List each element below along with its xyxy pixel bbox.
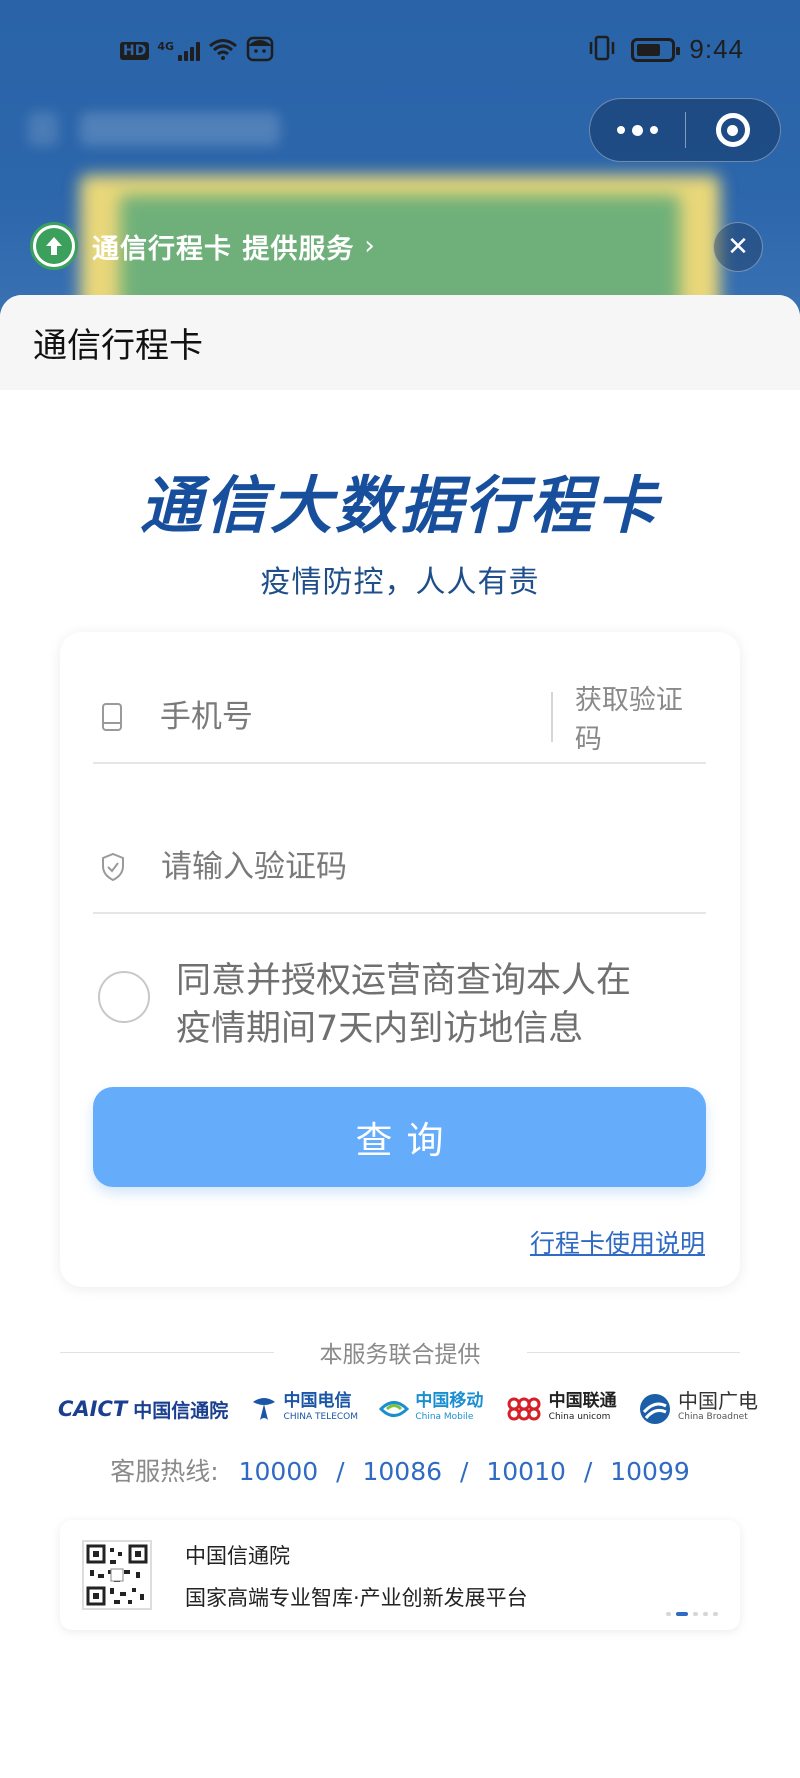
more-dots-icon[interactable] — [590, 98, 685, 162]
get-code-button[interactable]: 获取验证码 — [550, 685, 706, 755]
qr-code-icon — [82, 1540, 152, 1610]
travel-card-sheet: 通信行程卡 通信大数据行程卡 疫情防控，人人有责 获取验证码 同意并授权运营商查… — [0, 295, 800, 1778]
china-unicom-en: China unicom — [548, 1412, 611, 1422]
china-mobile-icon — [379, 1401, 410, 1417]
battery-level — [637, 43, 661, 56]
hotline-number[interactable]: 10010 — [486, 1457, 566, 1486]
promo-subtitle: 国家高端专业智库·产业创新发展平台 — [185, 1586, 528, 1610]
consent-text-line: 同意并授权运营商查询本人在 — [176, 961, 632, 1001]
china-telecom-cn: 中国电信 — [283, 1391, 352, 1411]
china-telecom-icon — [252, 1398, 275, 1420]
china-broadnet-cn: 中国广电 — [677, 1389, 758, 1413]
carousel-dot — [666, 1612, 671, 1616]
service-banner-text: 通信行程卡 提供服务 — [92, 233, 355, 265]
close-icon[interactable]: ✕ — [713, 222, 763, 272]
promo-banner[interactable]: 中国信通院 国家高端专业智库·产业创新发展平台 — [60, 1520, 740, 1630]
query-form-card: 获取验证码 同意并授权运营商查询本人在 疫情期间7天内到访地信息 查询 行程卡使… — [60, 632, 740, 1287]
caict-logo-en: CAICT — [58, 1397, 128, 1421]
china-unicom-icon — [507, 1397, 541, 1421]
service-provider-banner[interactable]: 通信行程卡 提供服务 › — [30, 222, 375, 270]
hero-subtitle: 疫情防控，人人有责 — [260, 565, 540, 600]
target-circle-icon[interactable] — [686, 98, 781, 162]
hotline-separator: / — [459, 1457, 469, 1486]
china-mobile-cn: 中国移动 — [415, 1391, 484, 1411]
status-bar: HD 4G 9:44 — [0, 0, 800, 100]
travel-card-logo-icon — [30, 222, 78, 270]
code-row — [93, 822, 706, 914]
china-unicom-logo: 中国联通 China unicom — [505, 1393, 617, 1425]
hotline-label: 客服热线: — [110, 1457, 219, 1486]
china-telecom-en: CHINA TELECOM — [283, 1412, 359, 1422]
carousel-indicator — [666, 1612, 718, 1616]
phone-row: 获取验证码 — [93, 672, 706, 764]
carousel-dot — [703, 1612, 708, 1616]
hotline-number[interactable]: 10086 — [362, 1457, 442, 1486]
hotline-number[interactable]: 10000 — [239, 1457, 319, 1486]
caict-logo-cn: 中国信通院 — [133, 1399, 229, 1422]
sheet-header: 通信行程卡 — [0, 295, 800, 390]
china-telecom-logo: 中国电信 CHINA TELECOM — [250, 1393, 358, 1425]
status-bar-left: HD 4G — [120, 36, 274, 66]
china-broadnet-icon — [639, 1394, 670, 1424]
china-broadnet-en: China Broadnet — [677, 1412, 748, 1422]
divider-line — [526, 1351, 740, 1353]
hotline-number[interactable]: 10099 — [610, 1457, 690, 1486]
carousel-dot — [713, 1612, 718, 1616]
phone-input[interactable] — [159, 699, 551, 735]
signal-icon — [178, 41, 201, 61]
china-unicom-cn: 中国联通 — [548, 1391, 617, 1411]
query-button[interactable]: 查询 — [93, 1087, 706, 1187]
hd-badge: HD — [120, 42, 150, 60]
wifi-icon — [208, 38, 238, 64]
status-bar-right: 9:44 — [587, 34, 744, 65]
customer-hotline: 客服热线: 10000 / 10086 / 10010 / 10099 — [0, 1452, 800, 1488]
hero-title: 通信大数据行程卡 — [139, 469, 660, 542]
consent-text: 同意并授权运营商查询本人在 疫情期间7天内到访地信息 — [176, 957, 631, 1053]
providers-divider: 本服务联合提供 — [60, 1335, 740, 1369]
china-mobile-en: China Mobile — [415, 1412, 474, 1422]
promo-title: 中国信通院 — [185, 1544, 290, 1568]
provider-logos: CAICT 中国信通院 中国电信 CHINA TELECOM 中国移动 Chin… — [58, 1387, 758, 1431]
sheet-title: 通信行程卡 — [33, 326, 203, 366]
carousel-dot-active — [676, 1612, 688, 1616]
network-type: 4G — [157, 39, 175, 53]
verification-code-input[interactable] — [161, 849, 706, 885]
consent-checkbox[interactable] — [98, 971, 150, 1023]
face-notification-icon — [246, 36, 274, 66]
carousel-dot — [693, 1612, 698, 1616]
china-mobile-logo: 中国移动 China Mobile — [379, 1393, 483, 1425]
blurred-page-title — [80, 112, 280, 146]
chevron-right-icon: › — [364, 231, 375, 261]
divider-line — [60, 1351, 274, 1353]
usage-guide-link[interactable]: 行程卡使用说明 — [530, 1224, 705, 1260]
consent-text-line: 疫情期间7天内到访地信息 — [176, 1009, 584, 1049]
providers-heading: 本服务联合提供 — [319, 1342, 481, 1368]
shield-icon — [93, 852, 133, 882]
hotline-separator: / — [583, 1457, 593, 1486]
caict-logo: CAICT 中国信通院 — [58, 1396, 228, 1423]
consent-row: 同意并授权运营商查询本人在 疫情期间7天内到访地信息 — [98, 957, 698, 1053]
vibrate-icon — [587, 35, 617, 65]
china-broadnet-logo: 中国广电 China Broadnet — [638, 1389, 758, 1426]
hotline-separator: / — [336, 1457, 345, 1486]
blurred-back-button — [28, 112, 58, 146]
status-time: 9:44 — [689, 34, 744, 64]
miniprogram-capsule — [589, 98, 781, 162]
phone-icon — [93, 702, 132, 732]
battery-icon — [631, 37, 681, 62]
